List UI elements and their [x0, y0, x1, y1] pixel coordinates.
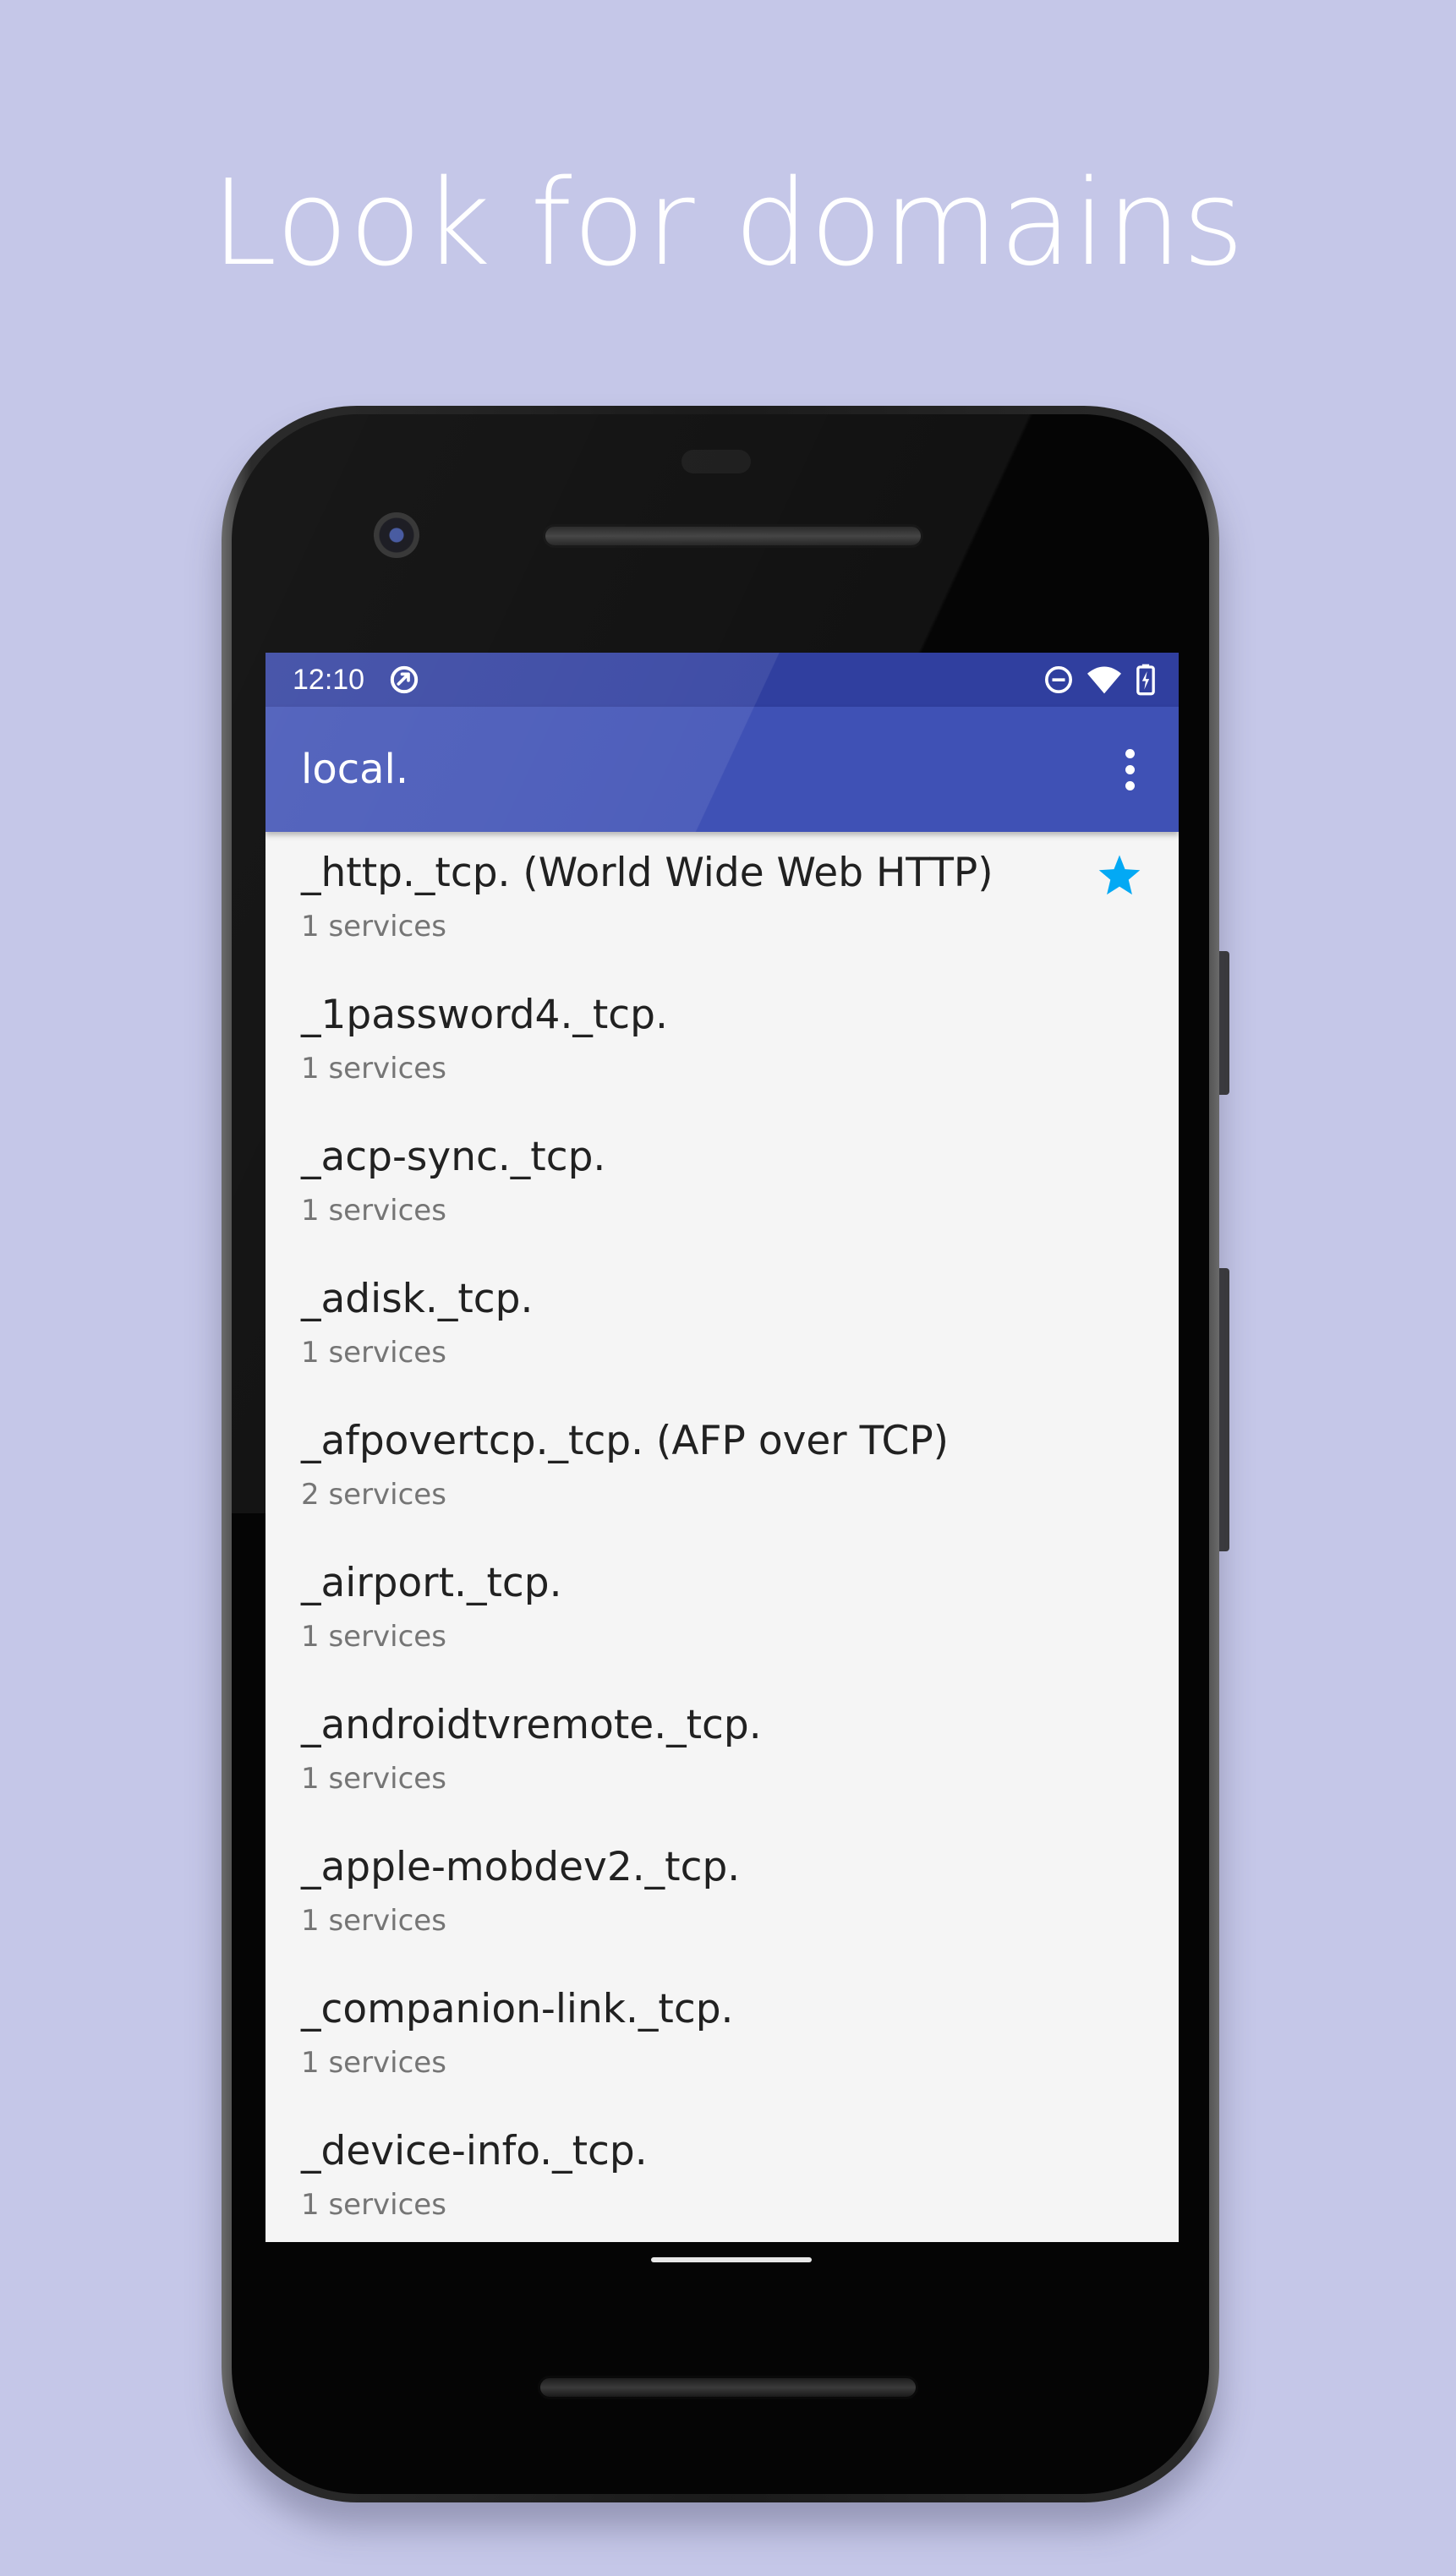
toolbar-title: local. — [301, 746, 409, 793]
list-item[interactable]: _adisk._tcp. 1 services — [265, 1258, 1179, 1400]
status-bar: 12:10 — [265, 653, 1179, 707]
app-screen: 12:10 local. _http._tcp. (World Wide Web… — [265, 653, 1179, 2242]
list-item[interactable]: _device-info._tcp. 1 services — [265, 2110, 1179, 2242]
list-item[interactable]: _acp-sync._tcp. 1 services — [265, 1116, 1179, 1258]
list-item[interactable]: _airport._tcp. 1 services — [265, 1542, 1179, 1684]
front-camera-icon — [374, 512, 419, 558]
list-item-title: _http._tcp. (World Wide Web HTTP) — [301, 850, 993, 896]
list-item-subtitle: 1 services — [301, 1762, 446, 1796]
domain-list: _http._tcp. (World Wide Web HTTP) 1 serv… — [265, 832, 1179, 2242]
list-item-title: _device-info._tcp. — [301, 2128, 648, 2174]
list-item-subtitle: 2 services — [301, 1478, 446, 1512]
list-item-subtitle: 1 services — [301, 2188, 446, 2222]
home-gesture-bar[interactable] — [651, 2257, 812, 2262]
list-item-title: _androidtvremote._tcp. — [301, 1702, 762, 1748]
promo-headline: Look for domains — [211, 155, 1245, 293]
list-item-title: _airport._tcp. — [301, 1560, 562, 1606]
list-item-title: _acp-sync._tcp. — [301, 1134, 606, 1180]
list-item[interactable]: _apple-mobdev2._tcp. 1 services — [265, 1826, 1179, 1968]
list-item-subtitle: 1 services — [301, 2046, 446, 2080]
list-item-subtitle: 1 services — [301, 1904, 446, 1938]
do-not-disturb-icon — [1045, 666, 1072, 693]
status-time: 12:10 — [293, 664, 365, 696]
star-icon[interactable] — [1096, 852, 1143, 900]
list-item-title: _companion-link._tcp. — [301, 1986, 734, 2032]
list-item-title: _afpovertcp._tcp. (AFP over TCP) — [301, 1418, 950, 1464]
list-item-title: _adisk._tcp. — [301, 1276, 534, 1322]
list-item[interactable]: _afpovertcp._tcp. (AFP over TCP) 2 servi… — [265, 1400, 1179, 1542]
app-toolbar: local. — [265, 707, 1179, 832]
list-item[interactable]: _androidtvremote._tcp. 1 services — [265, 1684, 1179, 1826]
earpiece-speaker — [543, 524, 923, 548]
proximity-sensor — [681, 450, 751, 473]
list-item-title: _apple-mobdev2._tcp. — [301, 1844, 741, 1890]
list-item-subtitle: 1 services — [301, 1194, 446, 1228]
list-item-http[interactable]: _http._tcp. (World Wide Web HTTP) 1 serv… — [265, 832, 1179, 974]
more-vert-icon[interactable] — [1104, 744, 1155, 795]
sync-icon — [390, 665, 419, 694]
list-item[interactable]: _companion-link._tcp. 1 services — [265, 1968, 1179, 2110]
list-item-subtitle: 1 services — [301, 1052, 446, 1086]
battery-charging-icon — [1136, 664, 1155, 696]
wifi-icon — [1087, 666, 1121, 694]
bottom-speaker — [538, 2376, 918, 2399]
list-item-subtitle: 1 services — [301, 1336, 446, 1370]
list-item[interactable]: _1password4._tcp. 1 services — [265, 974, 1179, 1116]
list-item-subtitle: 1 services — [301, 1620, 446, 1654]
list-item-subtitle: 1 services — [301, 910, 446, 943]
list-item-title: _1password4._tcp. — [301, 992, 668, 1038]
